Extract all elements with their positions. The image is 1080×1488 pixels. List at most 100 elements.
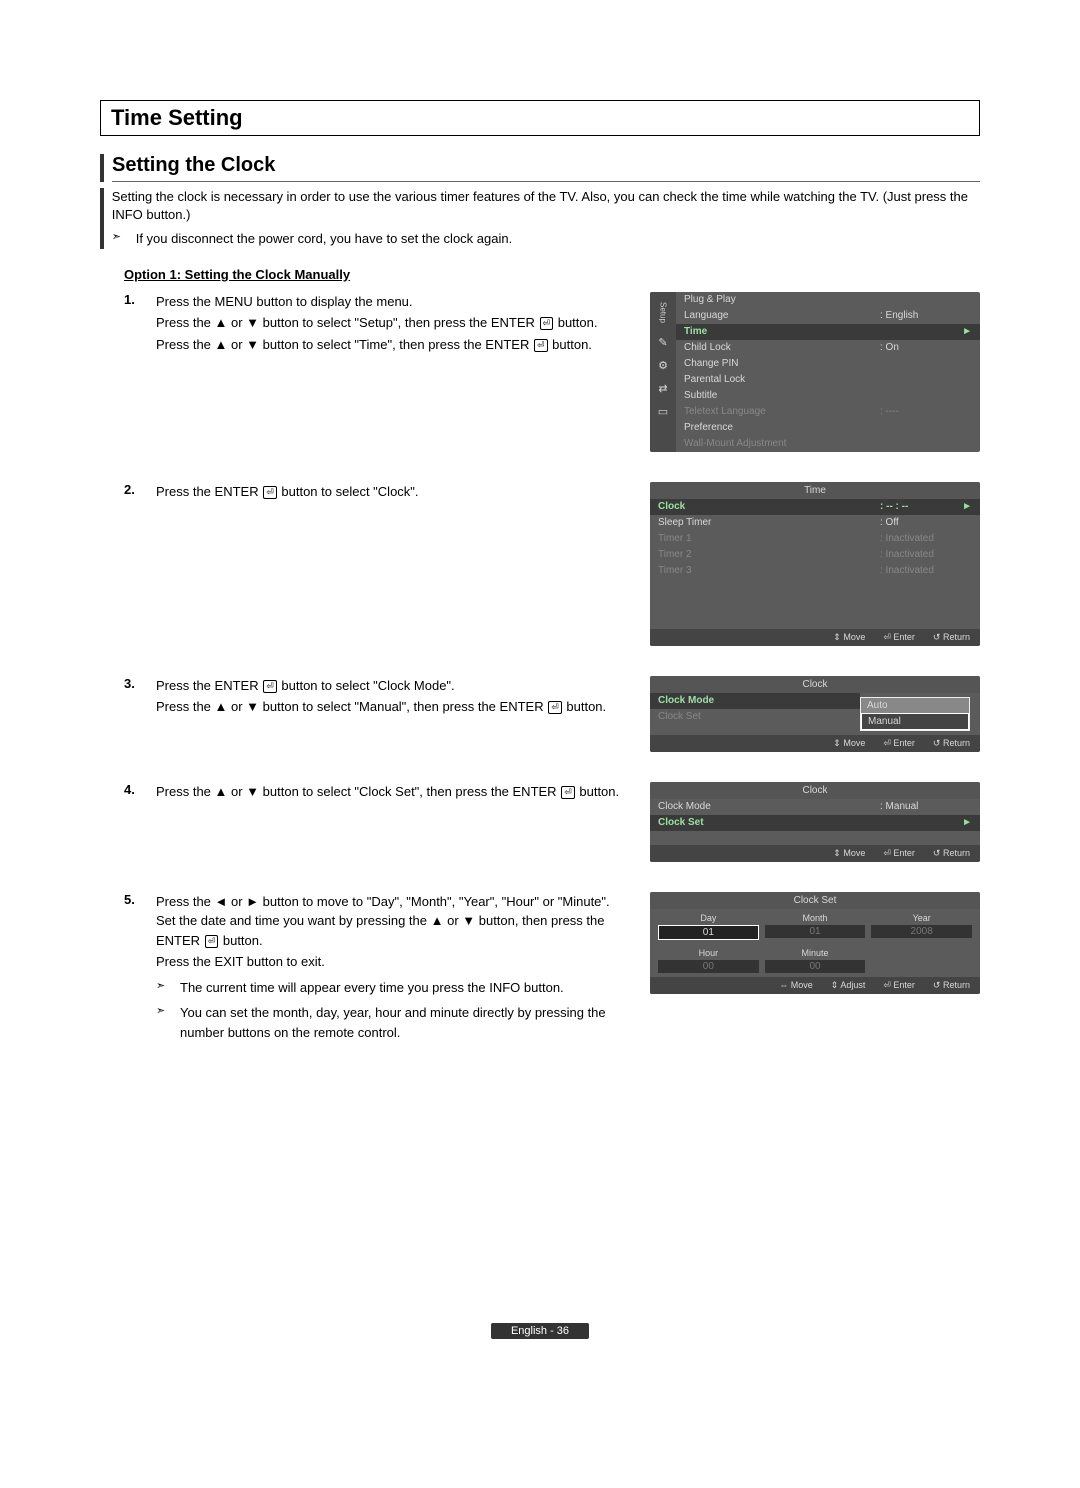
line: button. [558,315,598,330]
line: button. [223,933,263,948]
subheading-row: Setting the Clock [100,154,980,182]
intro-block: Setting the clock is necessary in order … [100,188,980,249]
line: Press the ▲ or ▼ button to select "Clock… [156,784,557,799]
enter-icon: ⏎ [263,486,277,499]
osd-item: Timer 3: Inactivated [650,563,980,579]
osd-footer: ⇕ Move ⏎ Enter ↺ Return [650,845,980,862]
step-text: Press the ENTER ⏎ button to select "Cloc… [156,676,638,719]
osd-title: Time [650,482,980,499]
line: button. [579,784,619,799]
line: button to select "Clock Mode". [281,678,454,693]
popup-item: Auto [861,698,969,713]
clockset-field: Minute00 [765,948,866,973]
osd-item: Preference [676,420,980,436]
note: The current time will appear every time … [156,978,626,998]
osd-sidebar: Setup ✎ ⚙ ⇄ ▭ [650,292,676,452]
osd-item: Plug & Play [676,292,980,308]
osd-list: Clock ModeClock Set [650,693,860,725]
move-hint: ⇕ Move [833,738,865,749]
enter-icon: ⏎ [263,680,277,693]
clockset-row: Day01Month01Year2008 [650,909,980,944]
osd-screenshot-5: Clock Set Day01Month01Year2008 Hour00Min… [650,892,980,1012]
line: Press the ENTER [156,678,259,693]
line: button. [552,337,592,352]
osd-item: Clock Mode: Manual [650,799,980,815]
step-number: 5. [124,892,144,907]
osd-screenshot-1: Setup ✎ ⚙ ⇄ ▭ Plug & PlayLanguage: Engli… [650,292,980,470]
line: button. [566,699,606,714]
step-2: 2. Press the ENTER ⏎ button to select "C… [124,482,980,664]
osd-screenshot-3: Clock Clock ModeClock Set Auto Manual ⇕ … [650,676,980,770]
enter-hint: ⏎ Enter [883,738,915,749]
move-hint: ⇔ Move [779,980,813,991]
step-3: 3. Press the ENTER ⏎ button to select "C… [124,676,980,770]
osd-footer: ⇕ Move ⏎ Enter ↺ Return [650,629,980,646]
osd-item: Subtitle [676,388,980,404]
line: Press the ▲ or ▼ button to select "Setup… [156,315,535,330]
section-title: Time Setting [111,105,243,130]
vertical-bar-icon [100,154,104,182]
clockset-field [871,948,972,973]
clockset-field: Hour00 [658,948,759,973]
osd-item: Change PIN [676,356,980,372]
osd-item: Language: English [676,308,980,324]
osd-list: Clock: -- : --►Sleep Timer: OffTimer 1: … [650,499,980,579]
option-heading: Option 1: Setting the Clock Manually [124,267,980,282]
osd-title: Clock [650,782,980,799]
osd-title: Clock Set [650,892,980,909]
osd-side-label: Setup [659,298,668,327]
enter-hint: ⏎ Enter [883,848,915,859]
gear-icon: ⚙ [658,359,668,372]
osd-item: Wall-Mount Adjustment [676,436,980,452]
osd-screenshot-2: Time Clock: -- : --►Sleep Timer: OffTime… [650,482,980,664]
pen-icon: ✎ [658,336,667,349]
tv-icon: ▭ [658,405,668,418]
page-footer: English - 36 [100,1322,980,1339]
popup-menu: Auto Manual [860,697,970,731]
intro-text: Setting the clock is necessary in order … [112,188,980,249]
enter-icon: ⏎ [548,701,562,714]
osd-item: Clock Mode [650,693,860,709]
osd-list: Clock Mode: ManualClock Set► [650,799,980,831]
osd-screenshot-4: Clock Clock Mode: ManualClock Set► ⇕ Mov… [650,782,980,880]
move-hint: ⇕ Move [833,632,865,643]
clockset-field: Day01 [658,913,759,940]
osd-item: Parental Lock [676,372,980,388]
step-4: 4. Press the ▲ or ▼ button to select "Cl… [124,782,980,880]
clockset-row: Hour00Minute00 [650,944,980,977]
osd-item: Time► [676,324,980,340]
intro-note: If you disconnect the power cord, you ha… [112,230,980,248]
osd-footer: ⇔ Move ⇕ Adjust ⏎ Enter ↺ Return [650,977,980,994]
note: You can set the month, day, year, hour a… [156,1003,626,1042]
popup-item-selected: Manual [861,713,969,730]
steps-list: 1. Press the MENU button to display the … [124,292,980,1043]
osd-title: Clock [650,676,980,693]
step-number: 3. [124,676,144,691]
enter-icon: ⏎ [540,317,554,330]
line: Press the ▲ or ▼ button to select "Manua… [156,699,544,714]
enter-icon: ⏎ [534,339,548,352]
return-hint: ↺ Return [933,738,970,749]
osd-footer: ⇕ Move ⏎ Enter ↺ Return [650,735,980,752]
line: Press the ▲ or ▼ button to select "Time"… [156,337,529,352]
return-hint: ↺ Return [933,980,970,991]
osd-item: Sleep Timer: Off [650,515,980,531]
line: Press the ENTER [156,484,259,499]
osd-item: Clock: -- : --► [650,499,980,515]
return-hint: ↺ Return [933,632,970,643]
line: Press the EXIT button to exit. [156,954,325,969]
enter-icon: ⏎ [205,935,219,948]
swap-icon: ⇄ [658,382,667,395]
step-text: Press the ▲ or ▼ button to select "Clock… [156,782,638,804]
page-number: English - 36 [491,1323,589,1339]
osd-item: Child Lock: On [676,340,980,356]
step-number: 2. [124,482,144,497]
line: Press the MENU button to display the men… [156,294,413,309]
step-5: 5. Press the ◄ or ► button to move to "D… [124,892,980,1043]
step-text: Press the MENU button to display the men… [156,292,638,357]
osd-list: Plug & PlayLanguage: EnglishTime►Child L… [676,292,980,452]
osd-item: Teletext Language: ---- [676,404,980,420]
enter-icon: ⏎ [561,786,575,799]
section-title-box: Time Setting [100,100,980,136]
osd-item: Clock Set► [650,815,980,831]
